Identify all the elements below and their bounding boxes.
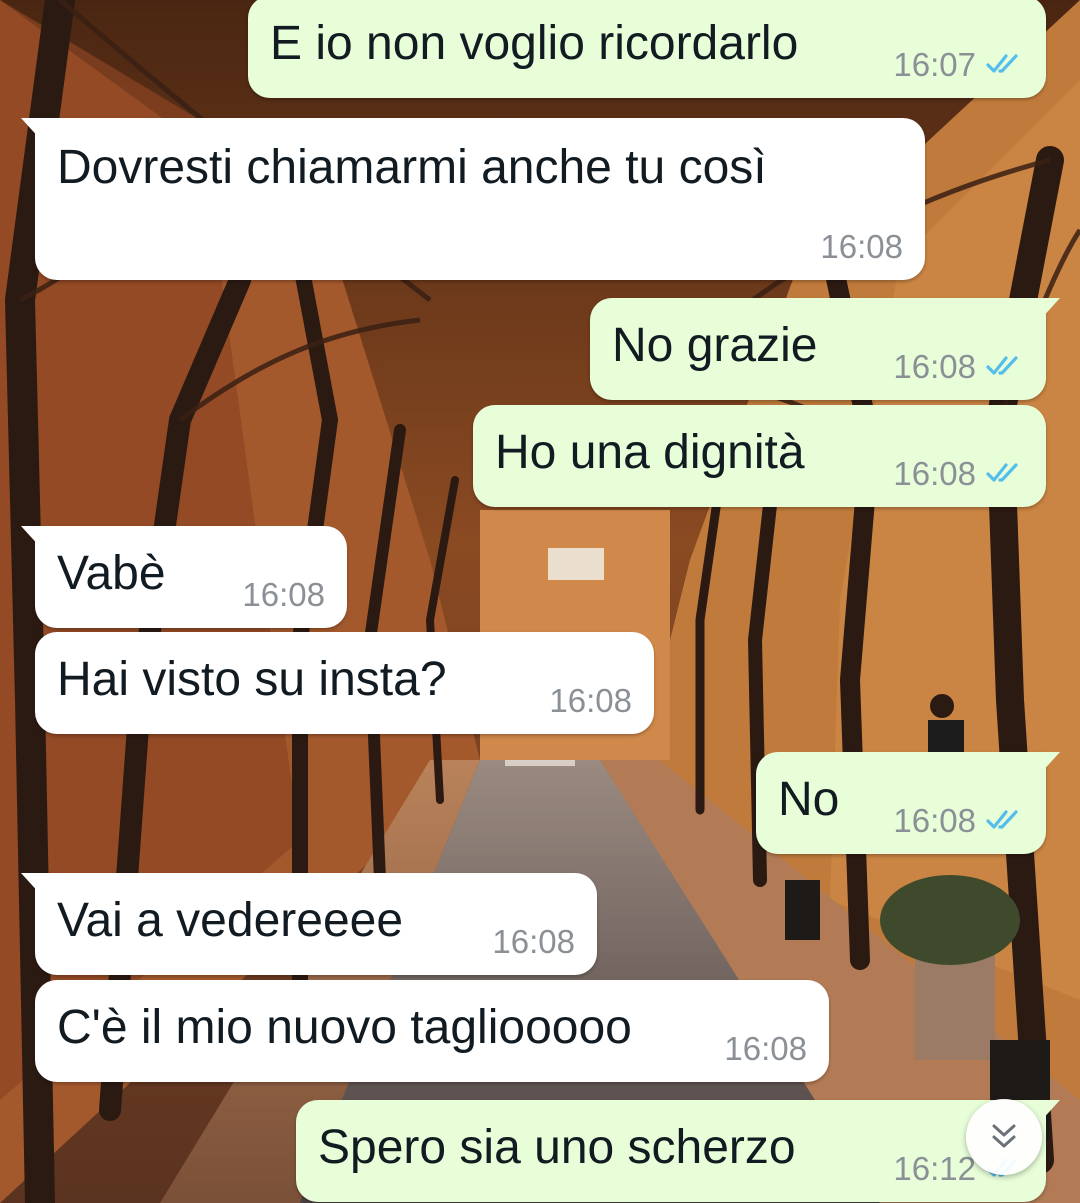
message-timestamp: 16:08 — [242, 576, 325, 613]
message-text: C'è il mio nuovo tagliooooo — [57, 1001, 632, 1054]
chat-message-list[interactable]: E io non voglio ricordarlo 16:07 Dovrest… — [0, 0, 1080, 1203]
bubble-tail — [21, 873, 41, 895]
message-bubble-incoming[interactable]: Dovresti chiamarmi anche tu così 16:08 — [21, 118, 925, 280]
bubble-tail — [1040, 298, 1060, 320]
message-timestamp: 16:08 — [820, 228, 903, 265]
message-bubble-incoming[interactable]: Vabè 16:08 — [21, 526, 347, 628]
message-text: Spero sia uno scherzo — [318, 1121, 796, 1174]
bubble-tail — [1040, 1100, 1060, 1122]
bubble-tail — [21, 526, 41, 548]
message-bubble-incoming[interactable]: C'è il mio nuovo tagliooooo 16:08 — [35, 980, 829, 1082]
message-text: Vabè — [57, 547, 166, 600]
message-text: No grazie — [612, 319, 818, 372]
message-text: Dovresti chiamarmi anche tu così — [57, 141, 767, 194]
message-timestamp: 16:08 — [492, 923, 575, 960]
double-check-icon — [986, 463, 1018, 482]
message-bubble-outgoing[interactable]: No 16:08 — [756, 752, 1060, 854]
message-timestamp: 16:08 — [724, 1030, 807, 1067]
message-text: Vai a vedereeee — [57, 894, 404, 947]
message-bubble-incoming[interactable]: Hai visto su insta? 16:08 — [35, 632, 654, 734]
double-check-icon — [986, 810, 1018, 829]
message-text: Hai visto su insta? — [57, 653, 447, 706]
double-check-icon — [986, 54, 1018, 73]
bubble-tail — [1040, 752, 1060, 774]
message-timestamp: 16:08 — [549, 682, 632, 719]
scroll-to-bottom-button[interactable] — [966, 1099, 1042, 1175]
double-check-icon — [986, 356, 1018, 375]
message-bubble-outgoing[interactable]: E io non voglio ricordarlo 16:07 — [248, 0, 1046, 98]
message-bubble-incoming[interactable]: Vai a vedereeee 16:08 — [21, 873, 597, 975]
message-text: E io non voglio ricordarlo — [270, 17, 799, 70]
message-timestamp: 16:07 — [893, 46, 976, 83]
message-bubble-outgoing[interactable]: No grazie 16:08 — [590, 298, 1060, 400]
message-bubble-outgoing[interactable]: Spero sia uno scherzo 16:12 — [296, 1100, 1060, 1202]
message-text: No — [778, 773, 840, 826]
message-timestamp: 16:08 — [893, 455, 976, 492]
bubble-tail — [21, 118, 41, 140]
double-chevron-down-icon — [992, 1124, 1016, 1148]
message-timestamp: 16:12 — [893, 1150, 976, 1187]
message-text: Ho una dignità — [495, 426, 805, 479]
message-bubble-outgoing[interactable]: Ho una dignità 16:08 — [473, 405, 1046, 507]
message-timestamp: 16:08 — [893, 802, 976, 839]
message-timestamp: 16:08 — [893, 348, 976, 385]
